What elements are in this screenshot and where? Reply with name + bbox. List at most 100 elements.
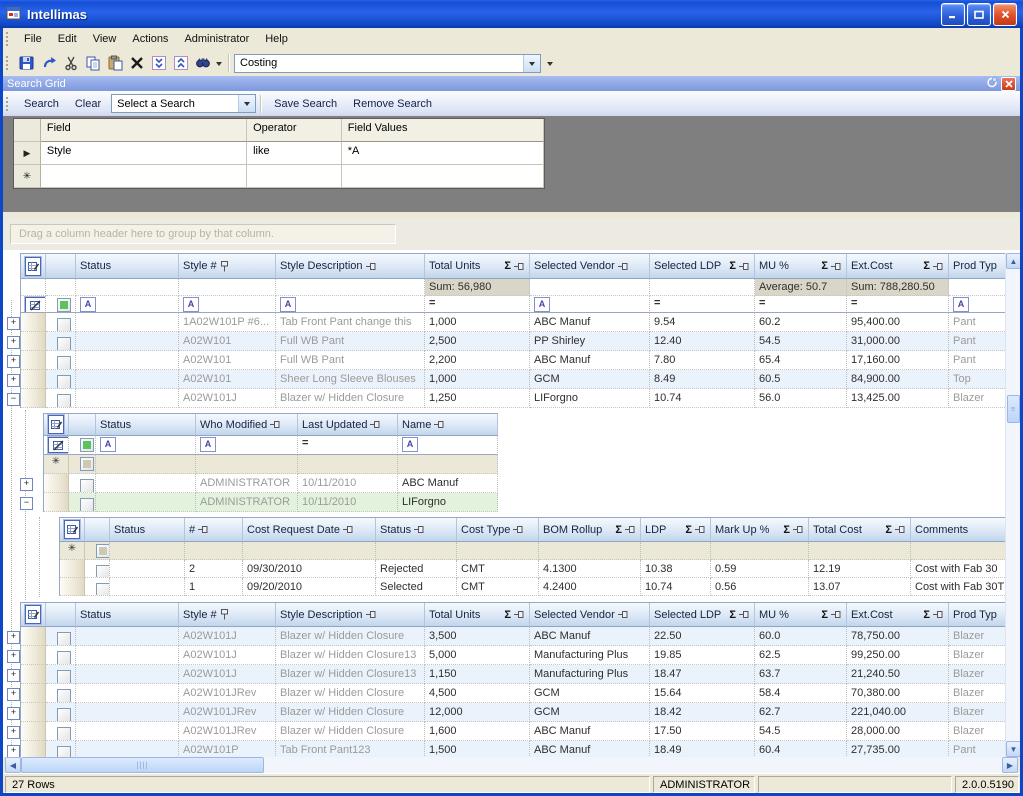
text-filter-button[interactable]: A — [534, 297, 550, 312]
grid-cell[interactable] — [76, 703, 179, 722]
grid-cell[interactable]: Blazer w/ Hidden Closure — [276, 389, 425, 408]
column-header-ext-cost[interactable]: Ext.CostΣ — [847, 603, 949, 627]
add-row-cell[interactable] — [398, 455, 498, 474]
find-icon[interactable] — [192, 53, 214, 73]
scroll-right-button[interactable]: ▶ — [1002, 757, 1018, 773]
row-checkbox[interactable] — [57, 746, 71, 757]
collapse-button[interactable]: − — [7, 393, 20, 406]
checkbox-cell[interactable] — [46, 684, 76, 703]
row-selector[interactable] — [21, 627, 46, 646]
grid-cell[interactable]: Blazer w/ Hidden Closure — [276, 722, 425, 741]
menu-help[interactable]: Help — [257, 30, 296, 48]
row-checkbox[interactable] — [80, 457, 94, 471]
menu-file[interactable]: File — [16, 30, 50, 48]
grid-cell[interactable]: 95,400.00 — [847, 313, 949, 332]
criteria-header-field[interactable]: Field — [41, 119, 247, 142]
grid-cell[interactable] — [76, 313, 179, 332]
row-selector[interactable] — [44, 493, 69, 512]
pin-icon[interactable] — [220, 609, 229, 620]
grid-cell[interactable]: 63.7 — [755, 665, 847, 684]
row-selector[interactable] — [21, 332, 46, 351]
grid-cell[interactable]: ABC Manuf — [530, 627, 650, 646]
chevron-down-icon[interactable] — [523, 55, 540, 72]
row-selector[interactable] — [21, 722, 46, 741]
grid-band-button[interactable] — [60, 518, 85, 542]
toolbar-grip[interactable] — [6, 56, 11, 70]
grid-cell[interactable]: 99,250.00 — [847, 646, 949, 665]
grid-cell[interactable]: 8.49 — [650, 370, 755, 389]
pin-icon[interactable] — [618, 262, 629, 271]
checkbox-cell[interactable] — [85, 578, 110, 596]
grid-cell[interactable]: 1,500 — [425, 741, 530, 757]
grid-cell[interactable]: Pant — [949, 351, 1009, 370]
grid-cell[interactable]: Cost with Fab 30T — [911, 578, 1007, 596]
grid-cell[interactable]: ABC Manuf — [530, 741, 650, 757]
add-row-cell[interactable] — [539, 542, 641, 560]
sum-icon[interactable]: Σ — [729, 260, 736, 272]
column-header-style[interactable]: Style # — [179, 603, 276, 627]
add-row-cell[interactable] — [243, 542, 376, 560]
expand-button[interactable]: + — [7, 374, 20, 387]
row-selector[interactable] — [21, 370, 46, 389]
grid-cell[interactable]: ABC Manuf — [530, 722, 650, 741]
grid-cell[interactable]: Full WB Pant — [276, 351, 425, 370]
grid-cell[interactable]: 18.42 — [650, 703, 755, 722]
add-row-cell[interactable] — [185, 542, 243, 560]
row-checkbox[interactable] — [57, 337, 71, 351]
row-checkbox[interactable] — [57, 727, 71, 741]
grid-cell[interactable]: 78,750.00 — [847, 627, 949, 646]
expand-button[interactable]: + — [7, 631, 20, 644]
grid-cell[interactable]: PP Shirley — [530, 332, 650, 351]
grid-cell[interactable]: Cost with Fab 30 — [911, 560, 1007, 578]
grid-cell[interactable]: GCM — [530, 370, 650, 389]
column-header-status[interactable]: Status — [96, 414, 196, 436]
scroll-down-button[interactable]: ▼ — [1006, 741, 1020, 757]
grid-cell[interactable]: 0.59 — [711, 560, 809, 578]
add-row-selector[interactable]: ✳ — [60, 542, 85, 560]
row-selector[interactable] — [21, 703, 46, 722]
grid-cell[interactable]: 10/11/2010 — [298, 474, 398, 493]
column-header-status[interactable]: Status — [376, 518, 457, 542]
grid-cell[interactable]: GCM — [530, 703, 650, 722]
grid-cell[interactable] — [96, 474, 196, 493]
column-header-status[interactable]: Status — [76, 254, 179, 279]
grid-cell[interactable]: 1,000 — [425, 313, 530, 332]
pin-icon[interactable] — [366, 262, 377, 271]
grid-cell[interactable]: A02W101J — [179, 627, 276, 646]
row-checkbox[interactable] — [57, 394, 71, 408]
pin-icon[interactable] — [625, 525, 636, 534]
pin-icon[interactable] — [434, 420, 445, 429]
menu-edit[interactable]: Edit — [50, 30, 85, 48]
filter-checkbox[interactable] — [57, 298, 71, 312]
column-header-prod-typ[interactable]: Prod Typ — [949, 603, 1009, 627]
column-header-total-cost[interactable]: Total CostΣ — [809, 518, 911, 542]
grid-cell[interactable]: 1,250 — [425, 389, 530, 408]
grid-cell[interactable]: 60.4 — [755, 741, 847, 757]
column-header-blank[interactable] — [85, 518, 110, 542]
grid-cell[interactable]: A02W101JRev — [179, 684, 276, 703]
column-header-who-modified[interactable]: Who Modified — [196, 414, 298, 436]
text-filter-button[interactable]: A — [80, 297, 96, 312]
grid-cell[interactable]: Tab Front Pant change this — [276, 313, 425, 332]
sum-icon[interactable]: Σ — [615, 524, 622, 536]
add-row-cell[interactable] — [457, 542, 539, 560]
add-row-cell[interactable] — [711, 542, 809, 560]
add-new-row[interactable]: ✳ — [60, 542, 1007, 560]
row-selector[interactable] — [21, 741, 46, 757]
checkbox-cell[interactable] — [46, 665, 76, 684]
checkbox-cell[interactable] — [46, 646, 76, 665]
grid-cell[interactable]: 2 — [185, 560, 243, 578]
criteria-value-cell[interactable]: *A — [342, 142, 544, 165]
column-header-status[interactable]: Status — [110, 518, 185, 542]
grid-cell[interactable]: 10/11/2010 — [298, 493, 398, 512]
grid-cell[interactable]: Blazer w/ Hidden Closure13 — [276, 646, 425, 665]
grid-cell[interactable]: 1A02W101P #6... — [179, 313, 276, 332]
grid-cell[interactable]: 2,500 — [425, 332, 530, 351]
column-header-col[interactable]: # — [185, 518, 243, 542]
column-header-status[interactable]: Status — [76, 603, 179, 627]
grid-cell[interactable]: 5,000 — [425, 646, 530, 665]
grid-cell[interactable]: 0.56 — [711, 578, 809, 596]
grid-cell[interactable] — [76, 684, 179, 703]
grid-cell[interactable]: Top — [949, 370, 1009, 389]
grid-cell[interactable]: Selected — [376, 578, 457, 596]
